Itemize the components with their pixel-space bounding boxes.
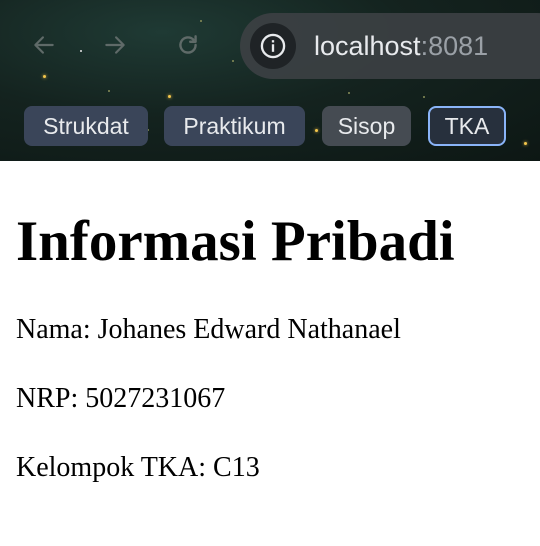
address-bar[interactable]: localhost:8081 [240,13,540,79]
browser-toolbar: localhost:8081 Strukdat Praktikum Sisop … [0,0,540,161]
info-name: Nama: Johanes Edward Nathanael [16,314,401,345]
bookmark-tka[interactable]: TKA [428,106,506,146]
forward-arrow-icon [105,36,125,54]
back-arrow-icon [34,36,54,54]
info-nrp: NRP: 5027231067 [16,383,226,414]
theme-sparkle [200,20,202,22]
theme-sparkle [43,75,46,78]
bookmark-sisop[interactable]: Sisop [322,106,411,146]
url-host: localhost [314,30,421,61]
page-title: Informasi Pribadi [16,210,455,273]
info-group: Kelompok TKA: C13 [16,452,260,483]
theme-sparkle [348,92,350,94]
site-info-icon [260,33,286,59]
url-port: :8081 [420,30,489,61]
theme-sparkle [232,60,234,62]
theme-sparkle [168,95,171,98]
theme-sparkle [108,90,110,92]
site-info-button[interactable] [250,23,296,69]
theme-sparkle [80,50,82,52]
theme-sparkle [423,96,425,98]
reload-icon [179,35,197,54]
bookmarks-bar: Strukdat Praktikum Sisop TKA [0,106,540,146]
bookmark-strukdat[interactable]: Strukdat [24,106,148,146]
forward-button[interactable] [98,28,132,62]
page-content: Informasi Pribadi Nama: Johanes Edward N… [0,207,540,485]
back-button[interactable] [27,28,61,62]
url-text[interactable]: localhost:8081 [314,31,488,62]
reload-button[interactable] [171,28,205,62]
bookmark-praktikum[interactable]: Praktikum [164,106,305,146]
